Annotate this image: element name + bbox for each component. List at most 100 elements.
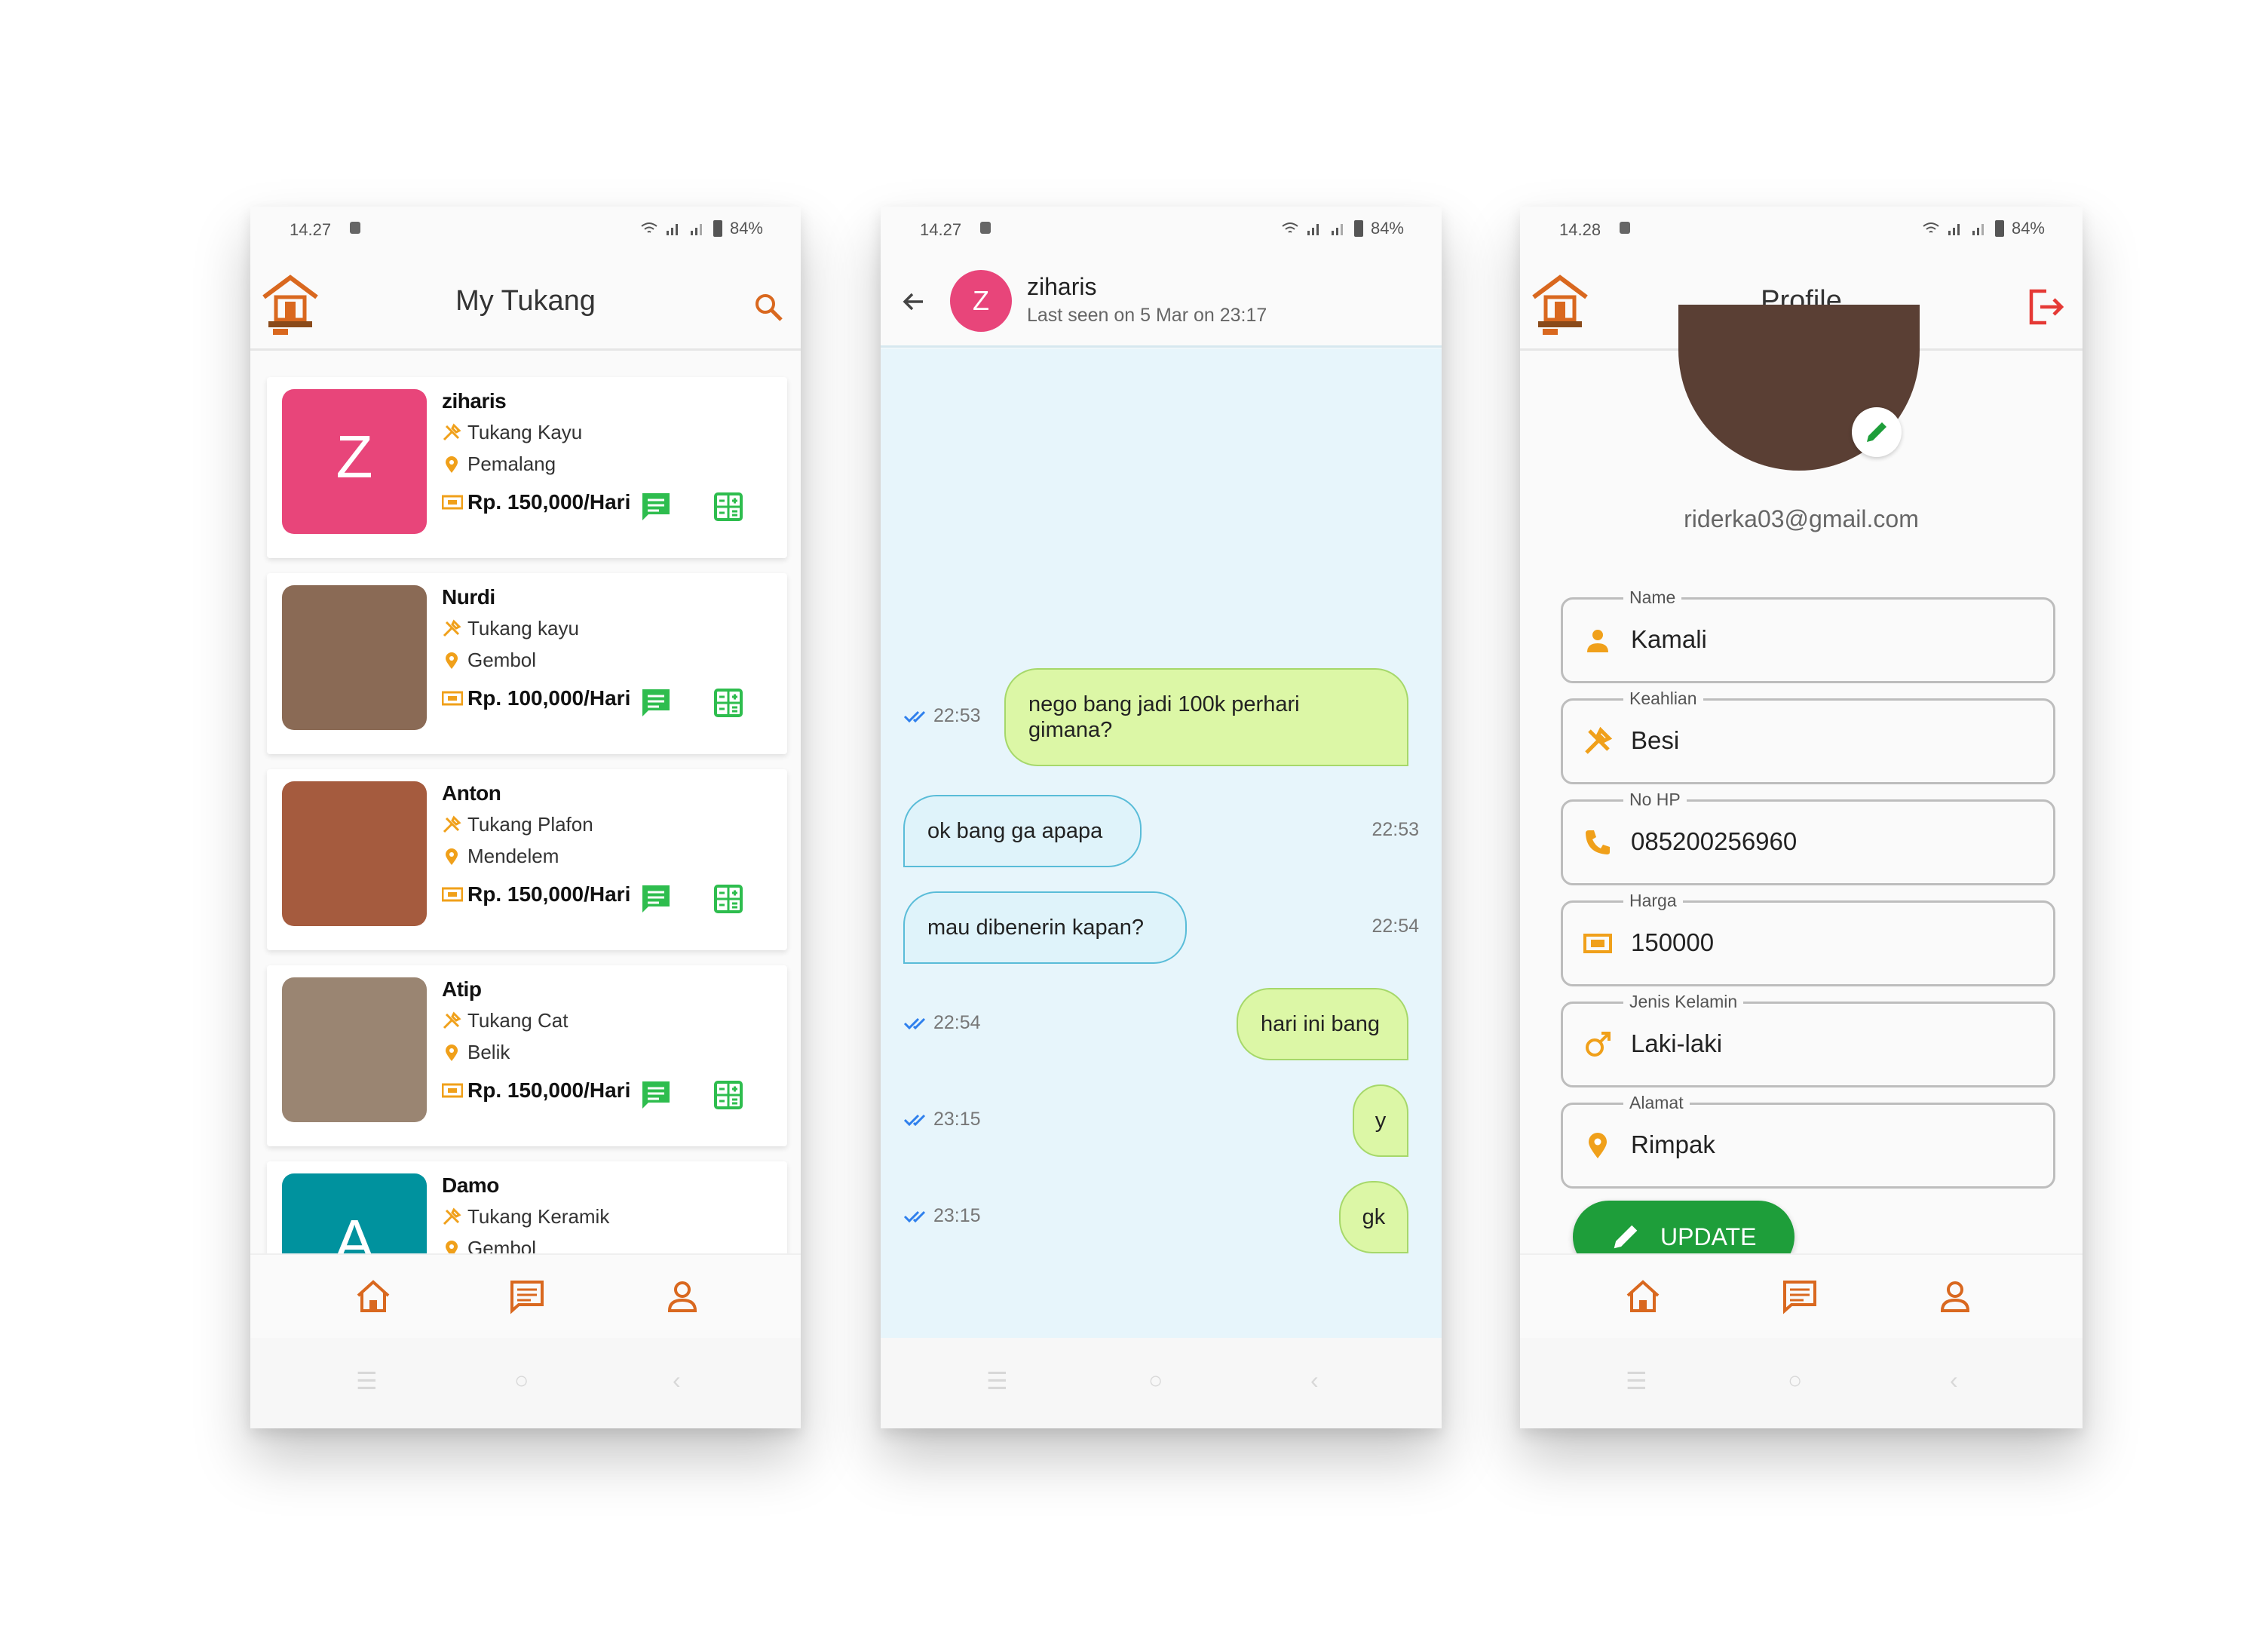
phone-field[interactable]: No HP 085200256960: [1561, 790, 2055, 885]
message-time-row: 22:53: [903, 705, 981, 727]
back-button-icon[interactable]: ‹: [1950, 1367, 1958, 1394]
sent-message-bubble[interactable]: y: [1353, 1084, 1408, 1157]
field-value[interactable]: Laki-laki: [1631, 1029, 1722, 1058]
tools-icon: [443, 422, 461, 440]
worker-card[interactable]: Anton Tukang Plafon Mendelem Rp. 150,000/Ha…: [267, 769, 787, 950]
tukang-list-screen: 14.27 84% My Tukang Zziharis Tukang Kayu P…: [250, 207, 801, 1428]
chat-header: Z ziharis Last seen on 5 Mar on 23:17: [881, 255, 1442, 348]
contact-avatar[interactable]: Z: [950, 270, 1012, 332]
message-icon[interactable]: [639, 1078, 673, 1112]
recent-apps-icon[interactable]: ☰: [986, 1367, 1008, 1395]
field-value[interactable]: Besi: [1631, 726, 1679, 755]
pencil-icon: [1867, 422, 1886, 442]
calculator-icon[interactable]: [712, 490, 745, 523]
worker-card[interactable]: Nurdi Tukang kayu Gembol Rp. 100,000/Hari: [267, 573, 787, 754]
address-field[interactable]: Alamat Rimpak: [1561, 1093, 2055, 1189]
location-pin-icon: [446, 652, 458, 669]
search-icon[interactable]: [752, 291, 784, 323]
field-value[interactable]: 150000: [1631, 928, 1714, 957]
sent-message-bubble[interactable]: nego bang jadi 100k perhari gimana?: [1004, 668, 1408, 766]
message-icon[interactable]: [639, 882, 673, 916]
received-message-bubble[interactable]: mau dibenerin kapan?: [903, 891, 1187, 964]
edit-photo-button[interactable]: [1852, 407, 1902, 457]
worker-price-row: Rp. 100,000/Hari: [442, 686, 630, 710]
field-label: Jenis Kelamin: [1623, 992, 1744, 1012]
recent-apps-icon[interactable]: ☰: [356, 1367, 378, 1395]
back-button-icon[interactable]: ‹: [1310, 1367, 1319, 1394]
signal-icon: [666, 224, 678, 235]
home-icon[interactable]: [1624, 1278, 1662, 1315]
field-label: Name: [1623, 587, 1682, 608]
recent-apps-icon[interactable]: ☰: [1626, 1367, 1647, 1395]
worker-skill: Tukang Cat: [467, 1009, 569, 1032]
home-icon[interactable]: [354, 1278, 392, 1315]
sent-message-bubble[interactable]: gk: [1339, 1181, 1408, 1253]
message-time-row: 22:53: [1372, 819, 1419, 841]
status-bar: 14.27 84%: [250, 207, 801, 255]
field-value[interactable]: Rimpak: [1631, 1130, 1715, 1159]
worker-skill-row: Tukang Kayu: [442, 421, 582, 444]
profile-icon[interactable]: [664, 1278, 701, 1315]
gender-field[interactable]: Jenis Kelamin Laki-laki: [1561, 992, 2055, 1087]
message-time-row: 22:54: [1372, 916, 1419, 937]
message-time: 22:53: [933, 705, 981, 726]
back-button-icon[interactable]: ‹: [673, 1367, 681, 1394]
sent-message-bubble[interactable]: hari ini bang: [1237, 988, 1408, 1060]
home-button-icon[interactable]: ○: [1788, 1367, 1802, 1394]
skill-field[interactable]: Keahlian Besi: [1561, 689, 2055, 784]
message-icon[interactable]: [639, 686, 673, 719]
message-icon[interactable]: [639, 490, 673, 523]
status-time: 14.27: [290, 220, 332, 239]
male-icon: [1586, 1032, 1611, 1057]
back-arrow-icon[interactable]: [900, 288, 927, 315]
received-message-bubble[interactable]: ok bang ga apapa: [903, 795, 1142, 867]
home-button-icon[interactable]: ○: [514, 1367, 529, 1394]
name-field[interactable]: Name Kamali: [1561, 587, 2055, 683]
calculator-icon[interactable]: [712, 882, 745, 916]
signal-icon: [1972, 224, 1984, 235]
field-label: Harga: [1623, 891, 1683, 911]
worker-location: Gembol: [467, 649, 537, 671]
logout-icon[interactable]: [2027, 288, 2066, 326]
money-icon: [442, 1083, 463, 1098]
battery-icon: [713, 220, 722, 237]
chat-icon[interactable]: [508, 1278, 546, 1315]
message-time: 22:53: [1372, 819, 1419, 840]
worker-card[interactable]: Zziharis Tukang Kayu Pemalang Rp. 150,000/H…: [267, 377, 787, 558]
money-icon: [442, 887, 463, 902]
update-label: UPDATE: [1660, 1223, 1757, 1250]
worker-skill-row: Tukang kayu: [442, 617, 579, 640]
home-button-icon[interactable]: ○: [1148, 1367, 1163, 1394]
field-value[interactable]: Kamali: [1631, 625, 1707, 654]
price-field[interactable]: Harga 150000: [1561, 891, 2055, 986]
worker-name: Anton: [442, 781, 501, 805]
worker-name: Atip: [442, 977, 482, 1001]
worker-location: Belik: [467, 1041, 510, 1063]
location-pin-icon: [1589, 1133, 1607, 1158]
message-time: 22:54: [1372, 916, 1419, 937]
battery-icon: [1994, 220, 2004, 237]
location-pin-icon: [446, 456, 458, 473]
lock-icon: [1620, 222, 1630, 234]
message-list: nego bang jadi 100k perhari gimana? 22:53…: [881, 348, 1442, 1338]
worker-price-row: Rp. 150,000/Hari: [442, 1078, 630, 1103]
money-icon: [442, 495, 463, 510]
user-email: riderka03@gmail.com: [1684, 505, 1919, 532]
message-time: 23:15: [933, 1205, 981, 1226]
profile-icon[interactable]: [1936, 1278, 1974, 1315]
field-value[interactable]: 085200256960: [1631, 827, 1797, 856]
location-pin-icon: [446, 1044, 458, 1061]
calculator-icon[interactable]: [712, 1078, 745, 1112]
worker-skill: Tukang Keramik: [467, 1205, 610, 1228]
worker-price: Rp. 150,000/Hari: [467, 490, 631, 514]
signal-icon: [690, 224, 702, 235]
worker-avatar: Z: [282, 389, 427, 534]
calculator-icon[interactable]: [712, 686, 745, 719]
chat-icon[interactable]: [1781, 1278, 1819, 1315]
worker-skill: Tukang Kayu: [467, 421, 583, 443]
worker-skill: Tukang Plafon: [467, 813, 593, 836]
double-check-icon: [903, 1210, 926, 1222]
double-check-icon: [903, 710, 926, 722]
worker-card[interactable]: Atip Tukang Cat Belik Rp. 150,000/Hari: [267, 965, 787, 1146]
phone-icon: [1586, 830, 1610, 854]
